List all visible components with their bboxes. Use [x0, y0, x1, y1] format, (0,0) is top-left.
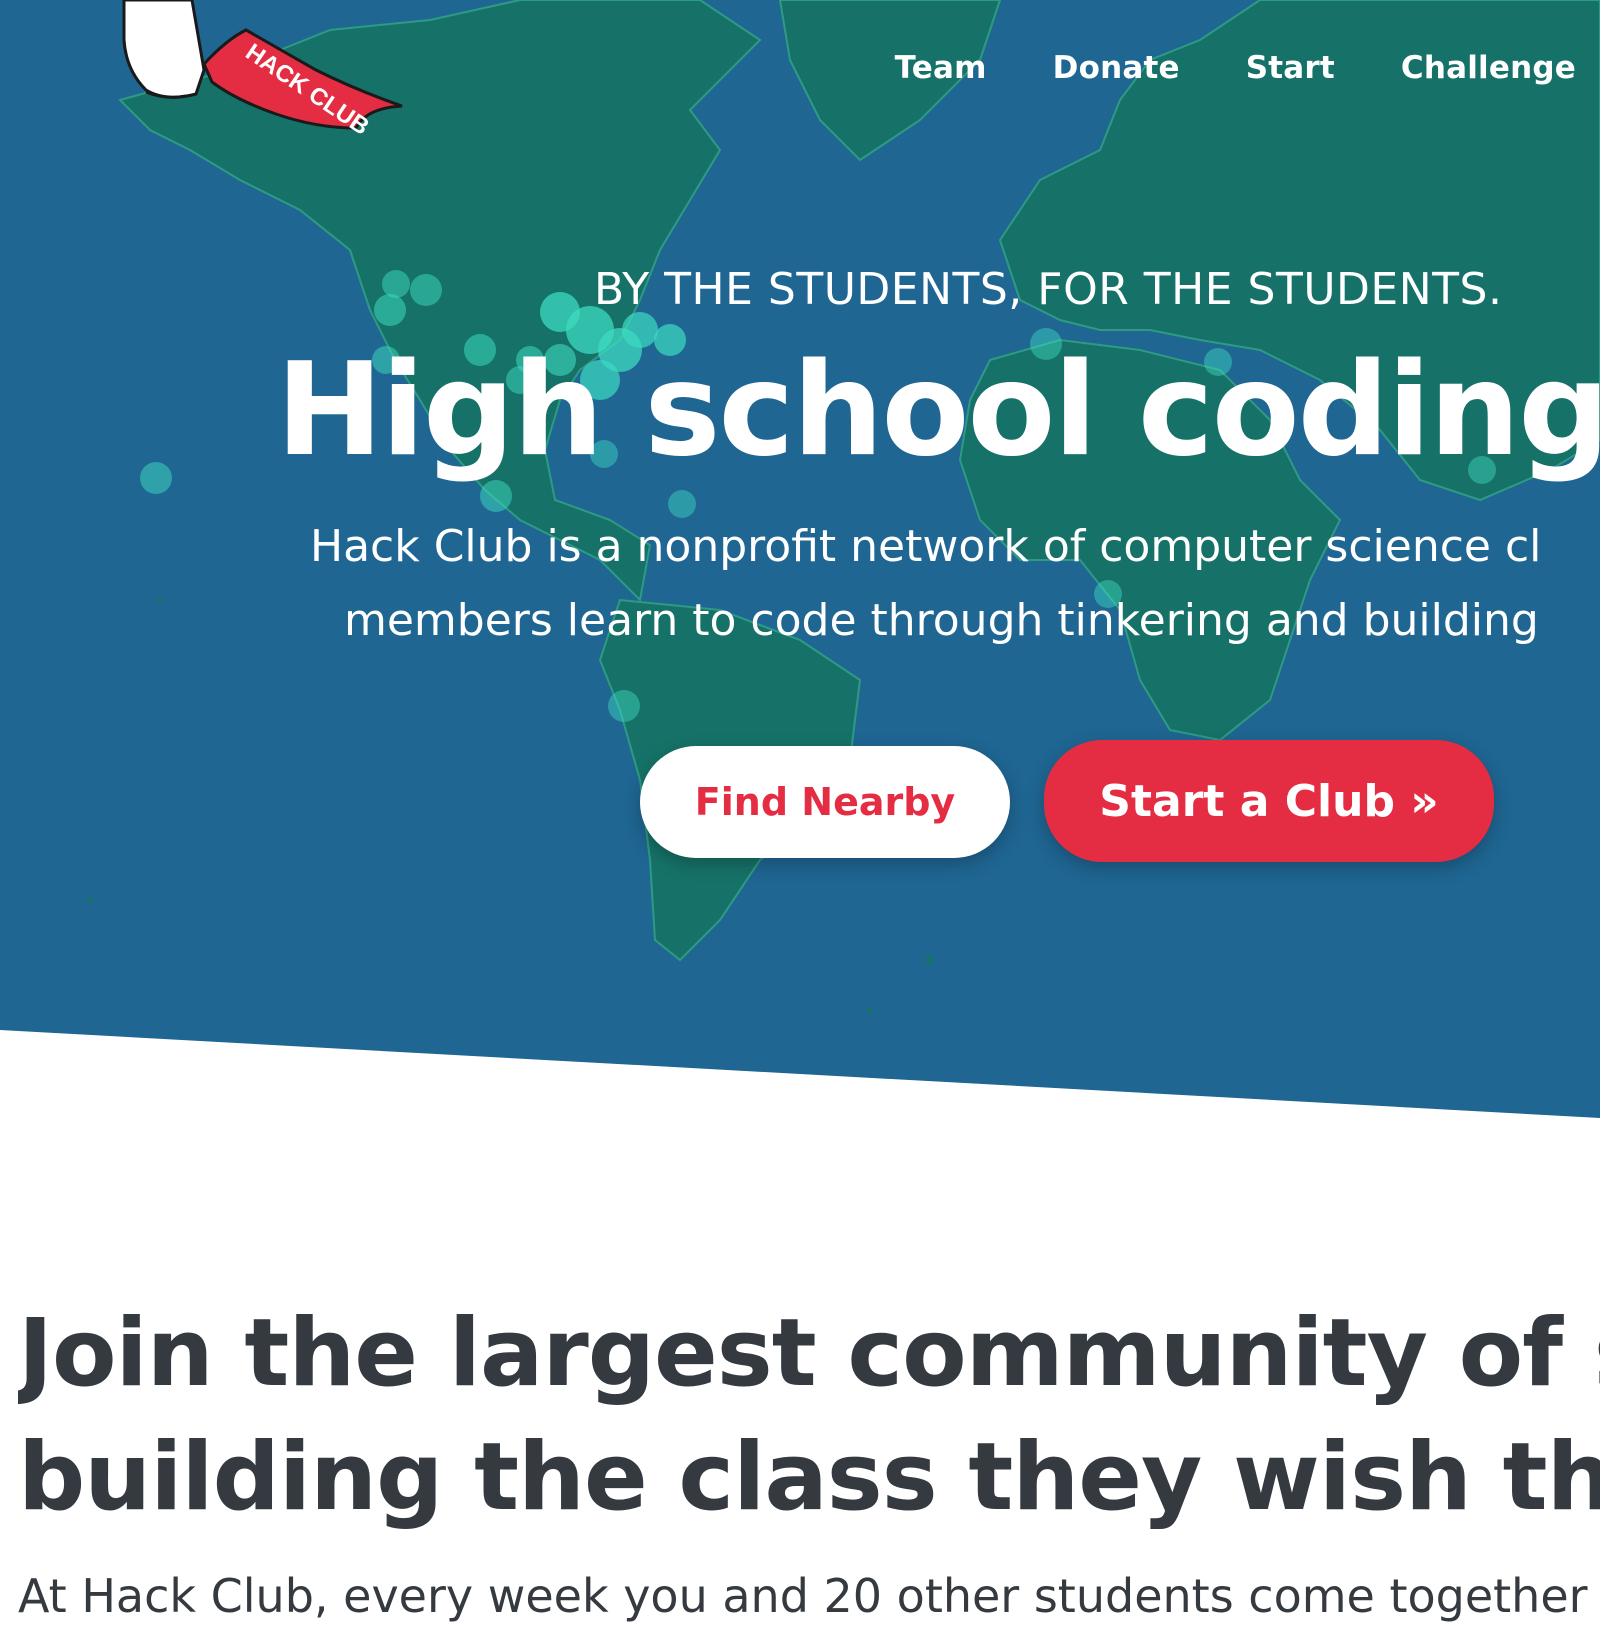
hero-eyebrow: BY THE STUDENTS, FOR THE STUDENTS. [594, 264, 1503, 315]
hero-headline: High school coding cl [276, 336, 1600, 485]
hero-lede-line: Hack Club is a nonprofit network of comp… [310, 521, 1542, 572]
top-nav: Team Donate Start Challenge [895, 40, 1600, 96]
nav-link-team[interactable]: Team [895, 50, 987, 86]
community-body-text: At Hack Club, every week you and 20 othe… [18, 1569, 1588, 1623]
community-heading-line: Join the largest community of stud [18, 1299, 1600, 1408]
map-island [87, 897, 93, 903]
start-a-club-button[interactable]: Start a Club » [1044, 740, 1494, 862]
hero-lede-line: members learn to code through tinkering … [344, 595, 1539, 646]
map-island [157, 597, 163, 603]
hack-club-logo[interactable]: HACK CLUB [116, 0, 416, 141]
find-nearby-button[interactable]: Find Nearby [640, 746, 1010, 858]
logo-flag-icon: HACK CLUB [122, 0, 403, 141]
map-island [867, 1007, 873, 1013]
map-island [926, 956, 934, 964]
nav-link-donate[interactable]: Donate [1053, 50, 1180, 86]
nav-link-challenge[interactable]: Challenge [1401, 50, 1576, 86]
community-heading: Join the largest community of stud build… [18, 1292, 1600, 1540]
community-heading-line: building the class they wish they h [18, 1423, 1600, 1532]
nav-link-start[interactable]: Start [1246, 50, 1335, 86]
hero-section: HACK CLUB Team Donate Start Challenge BY… [0, 0, 1600, 1140]
